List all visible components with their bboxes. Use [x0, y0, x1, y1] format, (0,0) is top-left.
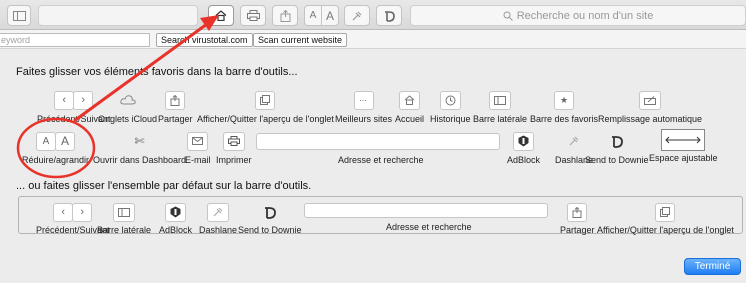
home-icon	[399, 90, 420, 110]
palette-item-print[interactable]: Imprimer	[216, 131, 252, 165]
palette-item-history[interactable]: Historique	[430, 90, 471, 124]
sidebar-toggle-button[interactable]	[7, 5, 31, 26]
home-button[interactable]	[208, 5, 234, 26]
customize-toolbar-sheet: Faites glisser vos éléments favoris dans…	[0, 49, 746, 283]
palette-item-text-size[interactable]: AA Réduire/agrandir	[22, 131, 89, 165]
search-placeholder: Recherche ou nom d'un site	[516, 9, 654, 22]
palette-item-address-search[interactable]	[256, 133, 500, 150]
dashlane-button[interactable]	[344, 5, 370, 26]
default-item-share: Partager	[560, 202, 595, 235]
palette-item-autofill[interactable]: Remplissage automatique	[598, 90, 702, 124]
palette-item-favorites-bar[interactable]: ★ Barre des favoris	[530, 90, 598, 124]
bookmarks-bar: eyword Search virustotal.com Scan curren…	[0, 30, 746, 49]
tab-area[interactable]	[38, 5, 198, 26]
sidebar-icon	[489, 90, 512, 110]
share-icon	[567, 202, 588, 222]
palette-item-send-to-downie[interactable]: Send to Downie	[585, 131, 649, 165]
palette-item-flexible-space[interactable]: Espace ajustable	[649, 129, 718, 163]
mail-icon	[187, 131, 209, 151]
print-icon	[246, 10, 260, 21]
palette-item-home[interactable]: Accueil	[395, 90, 424, 124]
address-search-label: Adresse et recherche	[338, 155, 424, 165]
text-bigger-icon: A	[55, 131, 76, 151]
keyword-input[interactable]: eyword	[0, 33, 150, 47]
autofill-icon	[639, 90, 662, 110]
dashlane-icon	[568, 132, 580, 151]
flexible-space-icon	[661, 129, 706, 151]
palette-item-email[interactable]: E-mail	[185, 131, 211, 165]
chevron-left-icon: ‹	[53, 202, 74, 222]
sidebar-icon	[113, 202, 136, 222]
default-item-adblock: AdBlock	[159, 202, 192, 235]
favorites-bar-icon: ★	[554, 90, 575, 110]
history-icon	[439, 90, 461, 110]
text-bigger-button[interactable]: A	[321, 5, 339, 26]
default-item-sidebar: Barre latérale	[97, 202, 151, 235]
palette-heading: Faites glisser vos éléments favoris dans…	[16, 66, 298, 78]
default-set-heading: ... ou faites glisser l'ensemble par déf…	[16, 180, 312, 192]
palette-item-adblock[interactable]: AdBlock	[507, 131, 540, 165]
safari-toolbar: A A Recherche ou nom d'un site	[0, 0, 746, 30]
share-icon	[165, 90, 186, 110]
text-smaller-button[interactable]: A	[304, 5, 322, 26]
scan-website-button[interactable]: Scan current website	[253, 33, 348, 47]
top-sites-icon: ⋯	[353, 90, 374, 110]
default-item-send-to-downie: Send to Downie	[238, 202, 302, 235]
send-to-downie-button[interactable]	[376, 5, 402, 26]
palette-item-tab-overview[interactable]: Afficher/Quitter l'aperçu de l'onglet	[197, 90, 334, 124]
share-icon	[280, 9, 290, 22]
send-to-downie-icon	[263, 203, 277, 222]
palette-item-icloud-tabs[interactable]: Onglets iCloud	[98, 90, 157, 124]
send-to-downie-icon	[610, 132, 624, 151]
search-virustotal-button[interactable]: Search virustotal.com	[156, 33, 253, 47]
chevron-right-icon: ›	[72, 202, 93, 222]
dashlane-icon	[207, 202, 230, 222]
done-button[interactable]: Terminé	[684, 258, 741, 275]
tab-overview-icon	[255, 90, 276, 110]
cloud-icon	[119, 91, 136, 110]
default-item-tab-overview: Afficher/Quitter l'aperçu de l'onglet	[597, 202, 734, 235]
chevron-left-icon: ‹	[54, 90, 75, 110]
tab-overview-icon	[655, 202, 676, 222]
palette-item-share[interactable]: Partager	[158, 90, 193, 124]
scissors-icon: ✄	[134, 134, 145, 148]
default-address-label: Adresse et recherche	[386, 222, 472, 232]
print-icon	[222, 131, 245, 151]
palette-item-sidebar[interactable]: Barre latérale	[473, 90, 527, 124]
palette-item-top-sites[interactable]: ⋯ Meilleurs sites	[335, 90, 392, 124]
send-to-downie-icon	[385, 10, 395, 22]
default-item-dashlane: Dashlane	[199, 202, 237, 235]
adblock-icon	[165, 202, 187, 222]
palette-item-dashboard[interactable]: ✄ Ouvrir dans Dashboard	[93, 131, 186, 165]
search-icon	[503, 11, 513, 21]
dashlane-icon	[352, 11, 362, 20]
home-icon	[215, 10, 227, 21]
sidebar-icon	[12, 10, 26, 21]
adblock-icon	[513, 131, 535, 151]
share-button[interactable]	[272, 5, 298, 26]
default-item-address-search	[304, 203, 548, 218]
address-search-field[interactable]: Recherche ou nom d'un site	[410, 5, 746, 26]
text-size-icon: A	[309, 10, 317, 21]
print-button[interactable]	[240, 5, 266, 26]
default-toolbar-set[interactable]: ‹ › Précédent/Suivant Barre latérale AdBl…	[18, 196, 743, 235]
chevron-right-icon: ›	[73, 90, 94, 110]
text-smaller-icon: A	[36, 131, 57, 151]
